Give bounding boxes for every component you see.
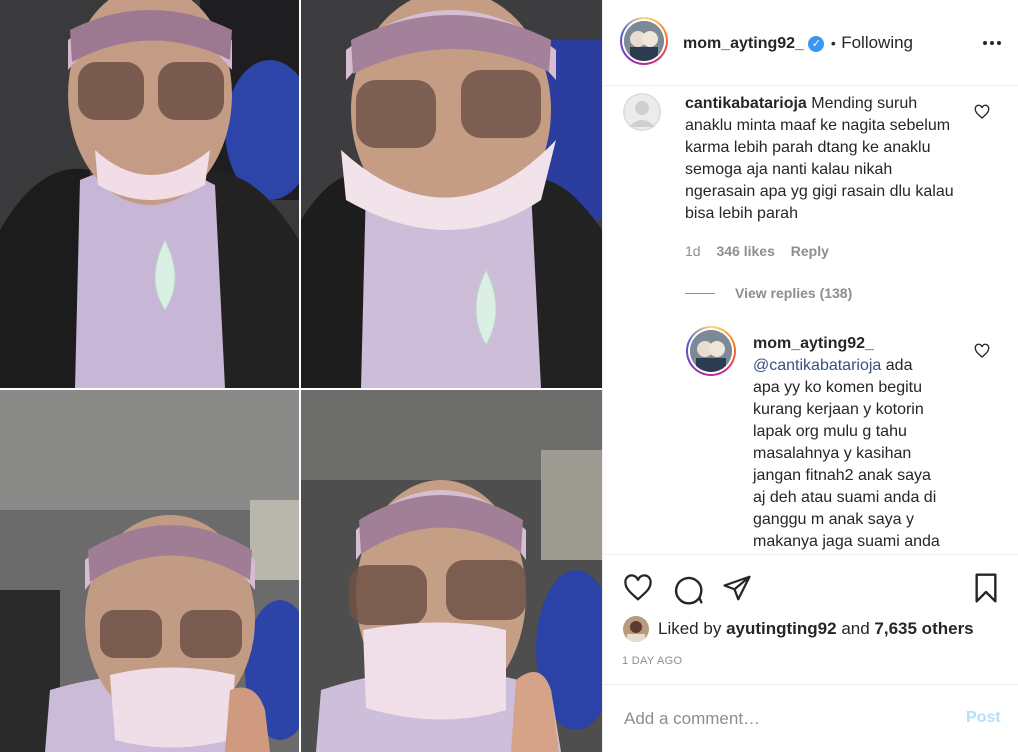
add-comment-bar: Post [603,684,1018,752]
reply-button[interactable]: Reply [791,243,829,259]
comment-item: cantikabatarioja Mending suruh anaklu mi… [603,86,1018,311]
liked-by-and: and [841,619,870,638]
reply-text-line: kurang kerjaan y kotorin [753,401,924,418]
comment-body: cantikabatarioja Mending suruh anaklu mi… [685,93,955,225]
author-avatar[interactable] [620,17,668,65]
reply-like-icon[interactable] [974,343,990,359]
comment-age[interactable]: 1d [685,243,701,259]
liked-by-others[interactable]: 7,635 others [874,619,973,638]
collage-divider-horizontal [0,388,602,390]
bookmark-icon[interactable] [972,572,1000,604]
commenter-avatar[interactable] [623,93,661,131]
reply-username[interactable]: mom_ayting92_ [753,333,993,355]
following-button[interactable]: Following [841,33,913,52]
view-replies-button[interactable]: View replies (138) [735,285,852,301]
reply-text-line: masalahnya y kasihan [753,445,912,462]
post-details-panel: mom_ayting92_ ✓ • Following cantikabatar… [602,0,1018,752]
reply-text-line: lapak org mulu g tahu [753,423,907,440]
reply-text-line: aj deh atau suami anda di [753,489,937,506]
reply-text-line: jangan fitnah2 anak saya [753,467,931,484]
author-username[interactable]: mom_ayting92_ [683,35,804,52]
commenter-username[interactable]: cantikabatarioja [685,95,807,112]
reply-text-line: ada [885,357,913,374]
photo-tile-bottom-right [301,390,602,752]
reply-mention-link[interactable]: @cantikabatarioja [753,357,881,374]
comment-text: Mending suruh anaklu minta maaf ke nagit… [685,95,954,222]
liked-by-username[interactable]: ayutingting92 [726,619,837,638]
heart-icon[interactable] [622,573,654,603]
view-replies-line [685,293,715,294]
comment-input[interactable] [622,705,946,733]
verified-badge-icon: ✓ [808,35,825,52]
post-timestamp[interactable]: 1 DAY AGO [622,655,682,667]
liked-by-avatar[interactable] [623,616,649,642]
more-options-icon[interactable] [981,36,1003,50]
reply-text-line: makanya jaga suami anda [753,533,940,550]
share-icon[interactable] [721,573,753,603]
comment-likes[interactable]: 346 likes [716,243,774,259]
collage-divider-vertical [299,0,301,752]
photo-tile-top-right [301,0,602,388]
comment-like-icon[interactable] [974,104,990,120]
photo-tile-top-left [0,0,299,388]
photo-tile-bottom-left [0,390,299,752]
reply-text: @cantikabatarioja ada apa yy ko komen be… [753,355,993,553]
comments-list: cantikabatarioja Mending suruh anaklu mi… [603,86,1018,554]
reply-item: mom_ayting92_ @cantikabatarioja ada apa … [683,323,1018,554]
post-header: mom_ayting92_ ✓ • Following [603,0,1018,86]
reply-author-avatar[interactable] [686,326,736,376]
liked-by-prefix: Liked by [658,619,722,638]
comment-icon[interactable] [672,573,704,605]
post-image[interactable] [0,0,602,752]
separator-dot: • [830,35,836,51]
reply-text-line: apa yy ko komen begitu [753,379,922,396]
reply-text-line: ganggu m anak saya y [753,511,914,528]
post-comment-button[interactable]: Post [966,709,1001,727]
